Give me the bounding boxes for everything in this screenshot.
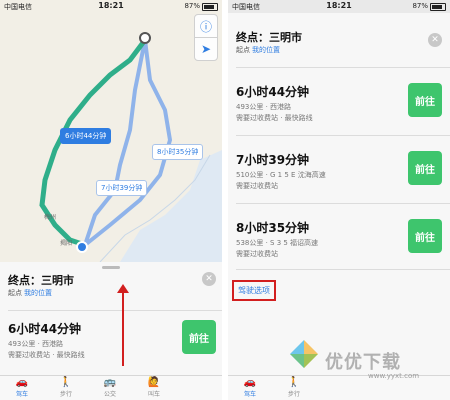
close-icon[interactable]: ✕ (202, 272, 216, 286)
driving-options-link[interactable]: 驾驶选项 (232, 280, 276, 301)
go-button[interactable]: 前往 (182, 320, 216, 354)
origin-prefix: 起点 (8, 289, 22, 297)
destination-pin[interactable] (139, 32, 151, 44)
status-bar: 中国电信 18:21 87% (228, 0, 450, 13)
origin-link[interactable]: 我的位置 (24, 289, 52, 297)
route-label-alt-1[interactable]: 7小时39分钟 (96, 180, 148, 196)
tab-label: 步行 (287, 391, 300, 398)
location-arrow-icon[interactable]: ➤ (194, 37, 218, 61)
destination-title: 终点：三明市 (236, 31, 302, 44)
info-icon[interactable]: ⓘ (194, 14, 218, 38)
divider (236, 203, 450, 204)
go-button[interactable]: 前往 (408, 219, 442, 253)
tab-label: 公交 (103, 391, 116, 398)
tab-drive[interactable]: 🚗 驾车 (228, 377, 272, 398)
status-bar: 中国电信 18:21 87% (0, 0, 222, 13)
divider (236, 135, 450, 136)
tab-ride[interactable]: 🙋 叫车 (132, 377, 176, 398)
map-view[interactable]: 6小时44分钟 8小时35分钟 7小时39分钟 梅州 揭阳 ⓘ ➤ (0, 0, 222, 262)
tab-bar: 🚗 驾车 🚶 步行 🚌 公交 🙋 叫车 (0, 375, 222, 400)
battery-percent: 87% (412, 2, 428, 10)
divider (236, 269, 450, 270)
hail-icon: 🙋 (147, 377, 161, 388)
walk-icon: 🚶 (59, 377, 73, 388)
battery-percent: 87% (184, 2, 200, 10)
car-icon: 🚗 (15, 377, 29, 388)
origin-link[interactable]: 我的位置 (252, 46, 280, 54)
origin-prefix: 起点 (236, 46, 250, 54)
route-sheet-expanded[interactable]: 终点：三明市 起点 我的位置 ✕ 6小时44分钟 493公里 · 西港路 需要过收… (228, 13, 450, 400)
watermark-logo (290, 340, 318, 368)
divider (236, 67, 450, 68)
origin-row: 起点 我的位置 (8, 288, 74, 298)
map-city-label: 揭阳 (60, 240, 73, 247)
walk-icon: 🚶 (287, 377, 301, 388)
current-location-dot[interactable] (76, 241, 88, 253)
bus-icon: 🚌 (103, 377, 117, 388)
sheet-grabber[interactable] (102, 266, 120, 269)
go-button[interactable]: 前往 (408, 151, 442, 185)
tab-transit[interactable]: 🚌 公交 (88, 377, 132, 398)
watermark-url: www.yyxt.com (368, 372, 420, 380)
right-screen: 中国电信 18:21 87% 终点：三明市 起点 我的位置 ✕ 6小时44分钟 4… (228, 0, 450, 400)
car-icon: 🚗 (243, 377, 257, 388)
tab-drive[interactable]: 🚗 驾车 (0, 377, 44, 398)
tab-label: 叫车 (147, 391, 160, 398)
tab-walk[interactable]: 🚶 步行 (272, 377, 316, 398)
tab-label: 驾车 (15, 391, 28, 398)
close-icon[interactable]: ✕ (428, 33, 442, 47)
divider (8, 310, 222, 311)
destination-title: 终点：三明市 (8, 274, 74, 287)
battery-icon (430, 3, 446, 11)
origin-row: 起点 我的位置 (236, 45, 302, 55)
tab-walk[interactable]: 🚶 步行 (44, 377, 88, 398)
go-button[interactable]: 前往 (408, 83, 442, 117)
left-screen: 6小时44分钟 8小时35分钟 7小时39分钟 梅州 揭阳 ⓘ ➤ 中国电信 1… (0, 0, 222, 400)
map-city-label: 梅州 (44, 214, 57, 221)
route-label-alt-2[interactable]: 8小时35分钟 (152, 144, 204, 160)
annotation-arrow (117, 284, 129, 366)
watermark-text: 优优下载 (325, 352, 401, 373)
battery-icon (202, 3, 218, 11)
tab-label: 驾车 (243, 391, 256, 398)
tab-label: 步行 (59, 391, 72, 398)
route-label-primary[interactable]: 6小时44分钟 (60, 128, 112, 144)
